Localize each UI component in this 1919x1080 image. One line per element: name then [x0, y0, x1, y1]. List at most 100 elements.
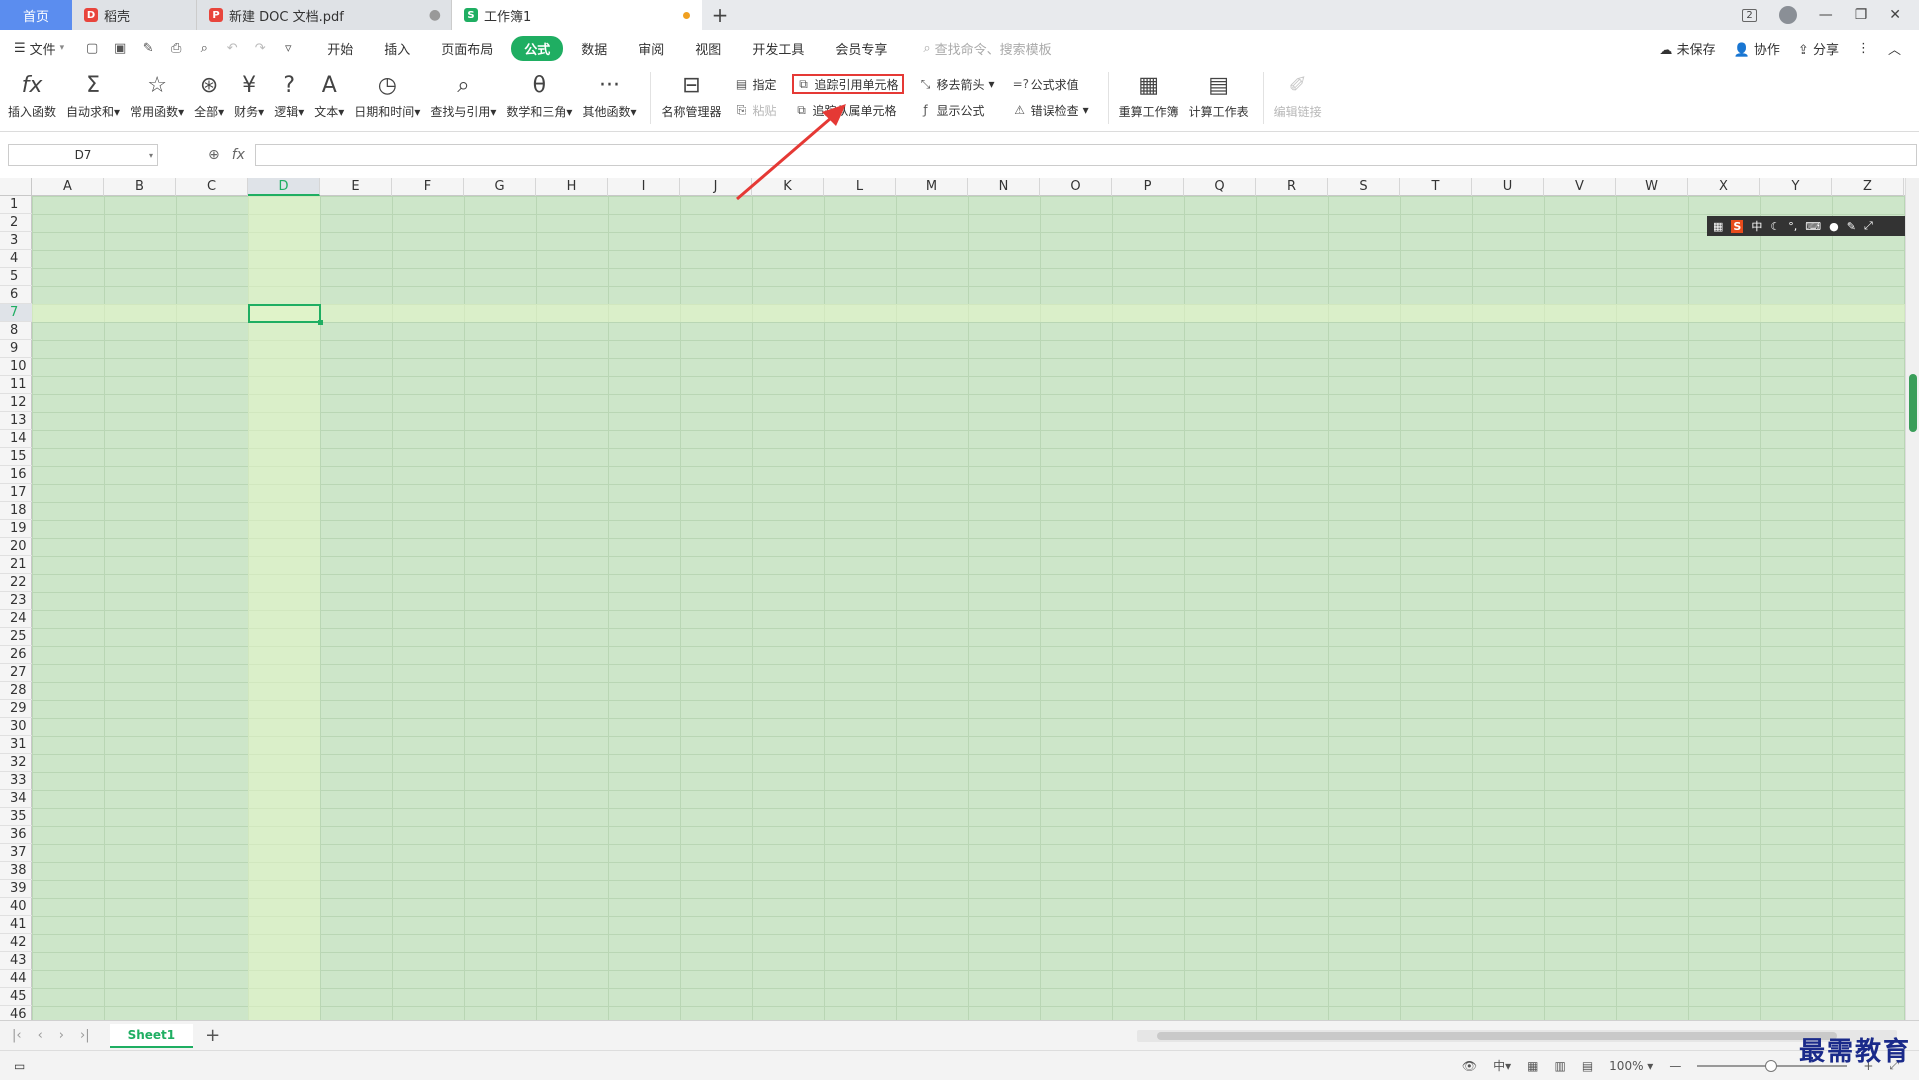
column-header[interactable]: L: [824, 178, 896, 196]
column-header[interactable]: M: [896, 178, 968, 196]
column-header[interactable]: W: [1616, 178, 1688, 196]
tab-data[interactable]: 数据: [568, 36, 620, 61]
tab-insert[interactable]: 插入: [371, 36, 423, 61]
row-header[interactable]: 17: [0, 484, 32, 502]
tab-home[interactable]: 首页: [0, 0, 72, 30]
row-header[interactable]: 40: [0, 898, 32, 916]
row-header[interactable]: 23: [0, 592, 32, 610]
autosum-button[interactable]: Σ 自动求和▾: [66, 66, 120, 120]
row-header[interactable]: 22: [0, 574, 32, 592]
row-header[interactable]: 4: [0, 250, 32, 268]
column-header[interactable]: A: [32, 178, 104, 196]
column-header[interactable]: R: [1256, 178, 1328, 196]
tab-view[interactable]: 视图: [682, 36, 734, 61]
row-header[interactable]: 19: [0, 520, 32, 538]
collapse-ribbon-icon[interactable]: ︿: [1888, 39, 1901, 58]
row-header[interactable]: 6: [0, 286, 32, 304]
fx-icon[interactable]: fx: [232, 147, 245, 163]
row-header[interactable]: 39: [0, 880, 32, 898]
cell-area[interactable]: [32, 196, 1905, 1020]
column-header[interactable]: O: [1040, 178, 1112, 196]
row-header[interactable]: 16: [0, 466, 32, 484]
column-header[interactable]: D: [248, 178, 320, 196]
tab-formulas[interactable]: 公式: [511, 35, 564, 61]
row-header[interactable]: 30: [0, 718, 32, 736]
column-header[interactable]: I: [608, 178, 680, 196]
name-manager-button[interactable]: ⊟ 名称管理器: [661, 66, 721, 120]
logic-button[interactable]: ? 逻辑▾: [274, 66, 304, 120]
row-header[interactable]: 18: [0, 502, 32, 520]
column-header[interactable]: H: [536, 178, 608, 196]
column-header[interactable]: B: [104, 178, 176, 196]
row-header[interactable]: 24: [0, 610, 32, 628]
row-header[interactable]: 29: [0, 700, 32, 718]
close-window-icon[interactable]: ✕: [1889, 7, 1901, 23]
column-header[interactable]: G: [464, 178, 536, 196]
row-header[interactable]: 12: [0, 394, 32, 412]
print-preview-icon[interactable]: ⌕: [196, 41, 212, 56]
eye-protection-icon[interactable]: 👁: [1462, 1059, 1477, 1073]
zoom-slider-knob[interactable]: [1765, 1059, 1778, 1072]
row-header[interactable]: 37: [0, 844, 32, 862]
first-sheet-icon[interactable]: |‹: [12, 1028, 22, 1043]
avatar[interactable]: [1778, 6, 1797, 24]
next-sheet-icon[interactable]: ›: [59, 1028, 64, 1043]
zoom-level[interactable]: 100%: [1609, 1059, 1643, 1073]
page-layout-view-icon[interactable]: ▥: [1554, 1059, 1565, 1073]
row-header[interactable]: 15: [0, 448, 32, 466]
more-icon[interactable]: ⋮: [1857, 41, 1870, 56]
zoom-out-icon[interactable]: —: [1669, 1059, 1681, 1073]
row-header[interactable]: 32: [0, 754, 32, 772]
text-button[interactable]: A 文本▾: [314, 66, 344, 120]
insert-function-button[interactable]: fx 插入函数: [8, 66, 56, 120]
row-header[interactable]: 34: [0, 790, 32, 808]
column-header[interactable]: Z: [1832, 178, 1904, 196]
add-sheet-button[interactable]: +: [205, 1025, 220, 1046]
name-box[interactable]: D7 ▾: [8, 144, 158, 166]
row-header[interactable]: 20: [0, 538, 32, 556]
column-header[interactable]: S: [1328, 178, 1400, 196]
macro-record-icon[interactable]: ▭: [14, 1059, 25, 1073]
column-header[interactable]: P: [1112, 178, 1184, 196]
unsaved-button[interactable]: ☁ 未保存: [1659, 39, 1715, 58]
row-header[interactable]: 46: [0, 1006, 32, 1020]
column-header[interactable]: U: [1472, 178, 1544, 196]
row-header[interactable]: 13: [0, 412, 32, 430]
common-functions-button[interactable]: ☆ 常用函数▾: [130, 66, 184, 120]
finance-button[interactable]: ¥ 财务▾: [234, 66, 264, 120]
column-header[interactable]: X: [1688, 178, 1760, 196]
error-check-button[interactable]: ⚠ 错误检查 ▾: [1010, 100, 1092, 120]
tab-start[interactable]: 开始: [314, 36, 366, 61]
column-header[interactable]: E: [320, 178, 392, 196]
row-header[interactable]: 14: [0, 430, 32, 448]
page-break-view-icon[interactable]: ▤: [1582, 1059, 1593, 1073]
row-header[interactable]: 41: [0, 916, 32, 934]
column-header[interactable]: Q: [1184, 178, 1256, 196]
customize-icon[interactable]: ▿: [280, 41, 296, 56]
input-mode-icon[interactable]: 中▾: [1493, 1057, 1511, 1074]
row-header[interactable]: 36: [0, 826, 32, 844]
row-header[interactable]: 10: [0, 358, 32, 376]
trace-dependents-button[interactable]: ⧉ 追踪从属单元格: [792, 100, 904, 120]
command-search[interactable]: ⌕ 查找命令、搜索模板: [923, 39, 1051, 58]
tab-workbook[interactable]: S 工作簿1: [452, 0, 702, 30]
column-header[interactable]: N: [968, 178, 1040, 196]
show-formulas-button[interactable]: ƒ 显示公式: [916, 100, 998, 120]
horizontal-scrollbar[interactable]: [1137, 1029, 1897, 1042]
tab-review[interactable]: 审阅: [625, 36, 677, 61]
row-header[interactable]: 31: [0, 736, 32, 754]
row-header[interactable]: 38: [0, 862, 32, 880]
remove-arrows-button[interactable]: ⤡ 移去箭头 ▾: [916, 74, 998, 94]
row-header[interactable]: 27: [0, 664, 32, 682]
row-header[interactable]: 25: [0, 628, 32, 646]
tab-pdf[interactable]: P 新建 DOC 文档.pdf ●: [197, 0, 452, 30]
new-tab-button[interactable]: +: [702, 0, 738, 30]
tab-close-icon[interactable]: ●: [429, 7, 441, 23]
zoom-formula-icon[interactable]: ⊕: [208, 147, 220, 163]
undo-icon[interactable]: ↶: [224, 41, 240, 56]
row-header[interactable]: 45: [0, 988, 32, 1006]
datetime-button[interactable]: ◷ 日期和时间▾: [354, 66, 420, 120]
column-header[interactable]: V: [1544, 178, 1616, 196]
tab-docer[interactable]: D 稻壳: [72, 0, 197, 30]
row-header[interactable]: 1: [0, 196, 32, 214]
